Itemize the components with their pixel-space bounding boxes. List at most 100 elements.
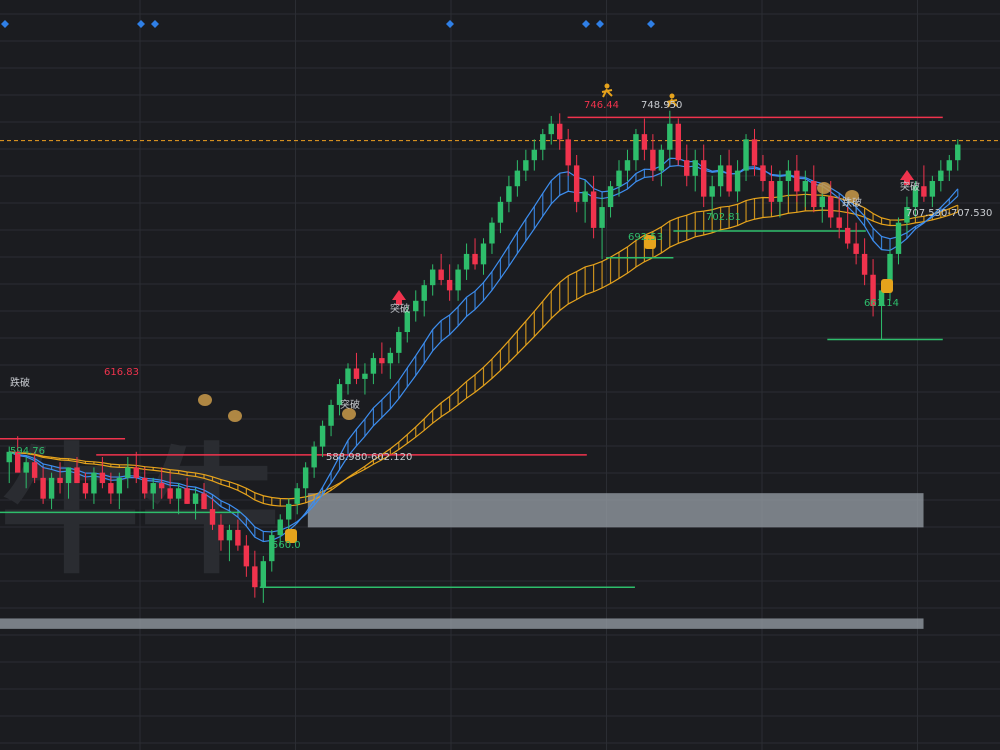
candle-body xyxy=(751,139,758,166)
candle-body xyxy=(57,477,63,484)
candle-body xyxy=(294,488,300,504)
candle-body xyxy=(40,477,46,499)
signal-diamond-icon xyxy=(647,20,655,28)
candle-body xyxy=(218,524,224,541)
candle-body xyxy=(692,160,698,176)
candle-body xyxy=(540,134,546,150)
candle-body xyxy=(726,165,732,192)
high-left-label: 746.44 xyxy=(584,100,619,111)
candle-body xyxy=(302,467,309,489)
left-support-label: 594.76 xyxy=(10,446,45,457)
candle-body xyxy=(91,472,97,494)
signal-diamond-icon xyxy=(1,20,9,28)
signal-diamond-icon xyxy=(137,20,145,28)
candle-body xyxy=(23,462,29,473)
candle-body xyxy=(717,165,724,187)
candle-body xyxy=(387,352,394,364)
candle-body xyxy=(861,253,868,275)
candle-body xyxy=(531,149,538,161)
candle-body xyxy=(48,477,55,499)
candle-body xyxy=(370,358,377,374)
price-zone xyxy=(307,493,924,528)
candle-body xyxy=(353,368,360,379)
candle-body xyxy=(658,149,665,171)
candle-body xyxy=(345,368,351,385)
candle-body xyxy=(286,503,292,520)
candlestick-chart[interactable]: 牛牛 746.44 748.950692.53702.81661.14616.83… xyxy=(0,0,1000,750)
candle-body xyxy=(675,123,681,161)
candle-body xyxy=(480,243,487,265)
signal-diamond-icon xyxy=(151,20,159,28)
candle-body xyxy=(489,222,495,244)
candle-body xyxy=(514,170,521,187)
candle-body xyxy=(429,269,436,286)
breakdown-signal-label: 跌破 xyxy=(10,376,30,389)
candle-body xyxy=(99,472,106,484)
candle-body xyxy=(65,467,72,484)
candle-body xyxy=(921,186,927,197)
signal-bull-icon xyxy=(198,394,212,406)
mid-low-label: 692.53 xyxy=(628,232,663,243)
candle-body xyxy=(108,483,114,494)
candle-body xyxy=(167,488,173,499)
zone-right-label: 707.530-707.530 xyxy=(906,208,992,219)
candle-body xyxy=(641,134,648,150)
candle-body xyxy=(133,467,139,478)
candle-body xyxy=(260,561,267,588)
candle-body xyxy=(472,253,478,265)
candle-body xyxy=(590,191,597,228)
candle-body xyxy=(150,483,156,494)
candle-body xyxy=(802,181,809,192)
candle-body xyxy=(463,253,470,270)
candle-body xyxy=(565,139,571,166)
candle-body xyxy=(235,529,241,546)
candle-body xyxy=(684,160,690,176)
candle-body xyxy=(624,160,631,171)
candle-body xyxy=(734,170,741,192)
breakout-signal-label: 突破 xyxy=(340,398,360,411)
candle-body xyxy=(421,285,427,301)
candle-body xyxy=(768,181,775,202)
candle-body xyxy=(311,446,317,468)
candle-body xyxy=(794,170,800,192)
candle-body xyxy=(31,462,38,478)
candle-body xyxy=(175,488,182,499)
candle-body xyxy=(946,160,953,171)
candle-body xyxy=(116,477,123,494)
candle-body xyxy=(201,493,207,510)
breakout-signal-label: 突破 xyxy=(900,180,920,193)
candle-body xyxy=(455,269,461,291)
candle-body xyxy=(828,196,834,218)
runner-icon xyxy=(669,93,675,99)
candle-body xyxy=(650,149,656,171)
high-right-label: 748.950 xyxy=(641,100,682,111)
signal-bull-icon xyxy=(228,410,242,422)
candle-body xyxy=(379,358,385,364)
candle-body xyxy=(506,186,512,202)
candle-body xyxy=(226,529,233,541)
grid-lines xyxy=(0,0,1000,750)
signal-diamond-icon xyxy=(596,20,604,28)
candle-body xyxy=(243,545,250,567)
candle-body xyxy=(895,222,902,254)
signal-bull-icon xyxy=(817,182,831,194)
right-low-label: 661.14 xyxy=(864,298,899,309)
candle-body xyxy=(709,186,715,197)
candle-body xyxy=(599,207,605,228)
candle-body xyxy=(955,144,961,161)
candle-body xyxy=(616,170,622,187)
candle-body xyxy=(700,160,707,197)
signal-diamond-icon xyxy=(582,20,590,28)
candle-body xyxy=(607,186,614,208)
runner-icon xyxy=(604,83,610,89)
breakdown-signal-label: 跌破 xyxy=(842,196,862,209)
zone-low-label: 588.980-602.120 xyxy=(326,452,412,463)
candle-body xyxy=(582,191,588,202)
candle-body xyxy=(82,483,89,494)
candle-body xyxy=(319,425,326,447)
candle-body xyxy=(760,165,766,182)
bottom-low-label: 560.0 xyxy=(272,540,301,551)
up-arrow-icon xyxy=(392,290,406,305)
candle-body xyxy=(125,467,131,478)
left-resistance-label: 616.83 xyxy=(104,367,139,378)
